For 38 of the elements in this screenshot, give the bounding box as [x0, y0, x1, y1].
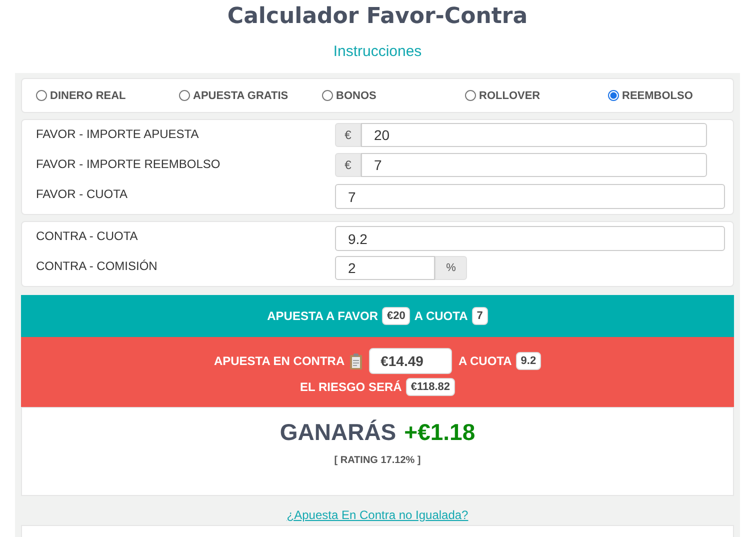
currency-addon: € [335, 123, 361, 147]
radio-button[interactable] [36, 90, 47, 101]
radio-label[interactable]: APUESTA GRATIS [193, 90, 288, 102]
input-field[interactable]: 9.2 [335, 226, 725, 251]
amount-field[interactable]: €14.49 [368, 348, 452, 374]
radio-button[interactable] [179, 90, 190, 101]
field-label: FAVOR - IMPORTE APUESTA [36, 126, 200, 141]
result-label: A CUOTA [458, 354, 512, 368]
radio-button[interactable] [465, 90, 476, 101]
odds-badge: 7 [472, 307, 488, 325]
currency-addon: € [335, 153, 361, 177]
result-label: APUESTA EN CONTRA [214, 354, 345, 368]
radio-label[interactable]: REEMBOLSO [622, 90, 693, 102]
percent-addon: % [435, 256, 467, 280]
field-label: CONTRA - COMISIÓN [36, 258, 158, 273]
field-label: CONTRA - CUOTA [36, 228, 139, 243]
input-field[interactable]: 20 [361, 123, 707, 147]
input-field[interactable]: 7 [335, 184, 725, 209]
profit-amount: +€1.18 [404, 419, 476, 446]
profit-label: GANARÁS [280, 419, 396, 446]
risk-badge: €118.82 [406, 378, 455, 396]
radio-label[interactable]: DINERO REAL [50, 90, 126, 102]
page-title: Calculador Favor-Contra [226, 3, 529, 31]
field-label: FAVOR - IMPORTE REEMBOLSO [36, 156, 222, 171]
risk-label: EL RIESGO SERÁ [300, 380, 402, 394]
radio-button[interactable] [608, 90, 619, 101]
result-label: A CUOTA [414, 309, 468, 323]
clipboard-icon[interactable] [348, 352, 363, 370]
radio-button[interactable] [322, 90, 333, 101]
amount-badge: €20 [382, 307, 410, 325]
odds-badge: 9.2 [516, 352, 542, 370]
radio-label[interactable]: ROLLOVER [479, 90, 540, 102]
input-field[interactable]: 2 [335, 256, 435, 280]
result-label: APUESTA A FAVOR [267, 309, 378, 323]
rating-text: [ RATING 17.12% ] [334, 455, 421, 466]
input-field[interactable]: 7 [361, 153, 707, 177]
field-label: FAVOR - CUOTA [36, 186, 129, 201]
radio-label[interactable]: BONOS [336, 90, 376, 102]
